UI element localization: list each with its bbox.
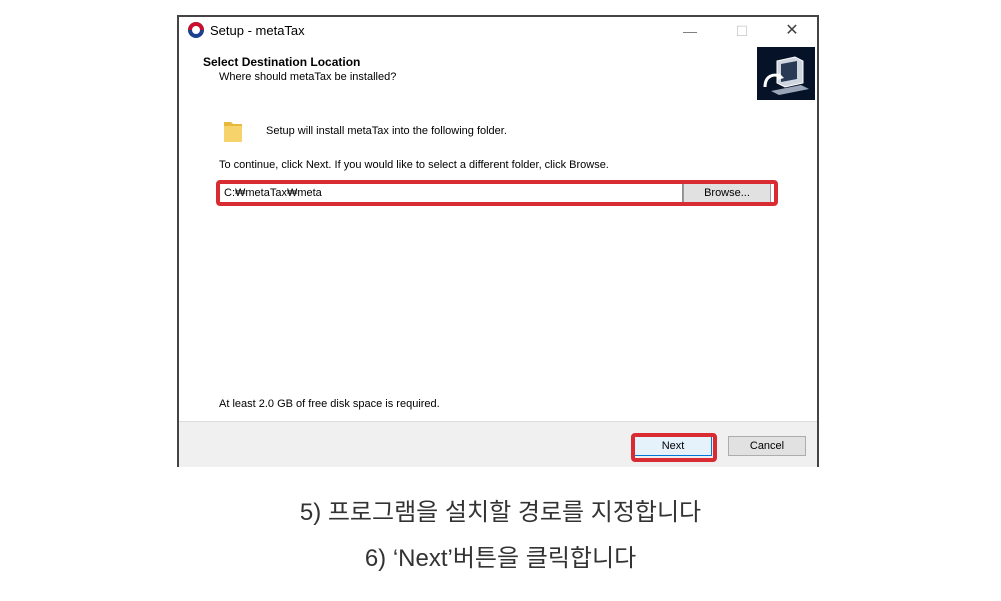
wizard-footer: Next Cancel <box>179 421 817 467</box>
minimize-button[interactable]: — <box>675 20 705 42</box>
window-title: Setup - metaTax <box>210 23 305 38</box>
next-button[interactable]: Next <box>634 436 712 456</box>
caption-step-5: 5) 프로그램을 설치할 경로를 지정합니다 <box>299 499 702 526</box>
instruction-text: To continue, click Next. If you would li… <box>219 159 609 171</box>
install-info-text: Setup will install metaTax into the foll… <box>266 125 507 137</box>
disk-space-text: At least 2.0 GB of free disk space is re… <box>219 398 440 410</box>
caption-step-6: 6) ‘Next’버튼을 클릭합니다 <box>364 545 637 572</box>
folder-icon <box>223 119 243 143</box>
destination-path-input[interactable] <box>219 183 683 203</box>
wizard-body: Setup will install metaTax into the foll… <box>179 105 817 421</box>
title-bar: Setup - metaTax — ☐ ✕ <box>179 17 817 47</box>
cancel-button[interactable]: Cancel <box>728 436 806 456</box>
app-emblem-icon <box>188 22 204 38</box>
maximize-button[interactable]: ☐ <box>727 20 757 42</box>
setup-window: Setup - metaTax — ☐ ✕ Select Destination… <box>177 15 819 467</box>
wizard-header: Select Destination Location Where should… <box>179 47 817 105</box>
page-title: Select Destination Location <box>203 55 361 69</box>
computer-install-icon <box>757 47 815 100</box>
close-button[interactable]: ✕ <box>777 20 807 42</box>
page-subtitle: Where should metaTax be installed? <box>219 71 397 83</box>
browse-button[interactable]: Browse... <box>683 183 771 203</box>
